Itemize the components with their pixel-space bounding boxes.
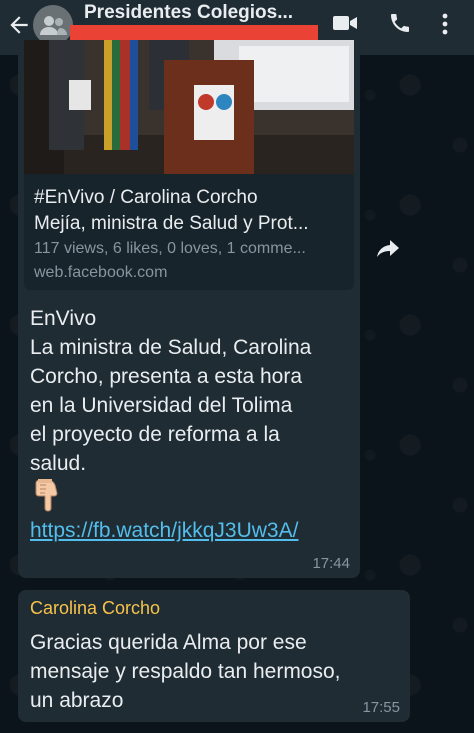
group-avatar-icon [40, 16, 67, 35]
forward-button[interactable] [372, 232, 404, 264]
message-bubble[interactable]: Carolina Corcho Gracias querida Alma por… [18, 590, 410, 722]
message-text-line: La ministra de Salud, Carolina [30, 336, 312, 359]
message-text: Gracias querida Alma por ese mensaje y r… [30, 628, 402, 715]
message-time: 17:44 [312, 555, 350, 572]
message-text-line: EnVivo [30, 307, 97, 330]
preview-title-line-1: #EnVivo / Carolina Corcho [34, 187, 258, 208]
video-call-icon[interactable] [332, 12, 358, 34]
message-time: 17:55 [362, 699, 400, 716]
message-text-line: Corcho, presenta a esta hora [30, 365, 302, 388]
message-text-line: un abrazo [30, 689, 124, 712]
preview-thumbnail[interactable] [24, 40, 354, 174]
message-text-line: el proyecto de reforma a la [30, 423, 280, 446]
more-options-icon[interactable] [440, 11, 450, 37]
link-preview[interactable]: #EnVivo / Carolina Corcho Mejía, ministr… [24, 40, 354, 290]
forward-icon [377, 240, 399, 257]
message-bubble[interactable]: #EnVivo / Carolina Corcho Mejía, ministr… [18, 40, 360, 578]
back-arrow-icon[interactable] [6, 12, 32, 38]
preview-photo [24, 40, 354, 174]
phone-icon[interactable] [388, 11, 412, 35]
message-text: EnVivo La ministra de Salud, Carolina Co… [30, 304, 352, 478]
preview-title-line-2: Mejía, ministra de Salud y Prot... [34, 213, 309, 234]
pointing-down-emoji-icon [35, 479, 58, 512]
message-text-line: mensaje y respaldo tan hermoso, [30, 660, 341, 683]
message-link[interactable]: https://fb.watch/jkkqJ3Uw3A/ [30, 516, 352, 545]
message-text-line: en la Universidad del Tolima [30, 394, 293, 417]
preview-stats: 117 views, 6 likes, 0 loves, 1 comme... [34, 240, 306, 257]
preview-domain: web.facebook.com [34, 264, 168, 281]
group-name[interactable]: Presidentes Colegios... [84, 2, 314, 24]
message-text-line: salud. [30, 452, 87, 475]
group-avatar[interactable] [33, 5, 73, 45]
message-text-line: Gracias querida Alma por ese [30, 631, 307, 654]
sender-name[interactable]: Carolina Corcho [30, 598, 160, 619]
